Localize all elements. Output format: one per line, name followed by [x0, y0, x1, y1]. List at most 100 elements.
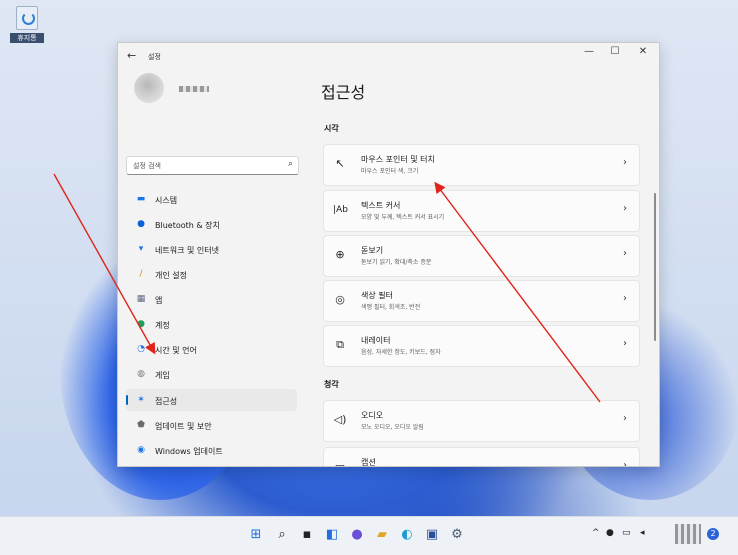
- wifi-icon: ▾: [138, 244, 144, 254]
- card-magnifier[interactable]: ⊕ 돋보기 돋보기 읽기, 확대/축소 증분 ›: [323, 235, 640, 277]
- sidebar-item-label: 게임: [155, 371, 170, 380]
- brush-icon: /: [139, 269, 143, 279]
- search-icon[interactable]: ⌕: [288, 159, 293, 169]
- notification-badge[interactable]: 2: [707, 528, 719, 540]
- card-subtitle: 색맹 필터, 회색조, 반전: [361, 304, 421, 311]
- sidebar-item-label: 시간 및 언어: [155, 346, 197, 355]
- apps-icon: ▦: [136, 294, 146, 304]
- section-heading-hearing: 청각: [324, 380, 339, 389]
- sidebar: 설정 검색 ⌕ ▬ 시스템 ● Bluetooth & 장치 ▾ 네트워크 및 …: [118, 67, 302, 466]
- monitor-icon: ▬: [136, 194, 146, 204]
- sidebar-item-label: 앱: [155, 296, 163, 305]
- search-placeholder: 설정 검색: [133, 162, 161, 170]
- minimize-button[interactable]: —: [578, 46, 600, 57]
- chevron-right-icon: ›: [623, 460, 627, 466]
- network-icon[interactable]: ▭: [622, 528, 631, 538]
- card-audio[interactable]: ◁) 오디오 모노 오디오, 오디오 알림 ›: [323, 400, 640, 442]
- scrollbar[interactable]: [654, 193, 656, 341]
- task-view-icon[interactable]: ▪: [299, 527, 315, 543]
- card-text-cursor[interactable]: |Ab 텍스트 커서 모양 및 두께, 텍스트 커서 표시기 ›: [323, 190, 640, 232]
- globe-clock-icon: ◔: [137, 344, 145, 354]
- pointer-icon: ↖: [335, 157, 345, 170]
- magnifier-icon: ⊕: [335, 248, 345, 261]
- card-mouse-pointer[interactable]: ↖ 마우스 포인터 및 터치 마우스 포인터 색, 크기 ›: [323, 144, 640, 186]
- search-icon[interactable]: ⌕: [274, 527, 290, 543]
- recycle-bin-icon: [16, 6, 38, 30]
- window-title: 설정: [148, 53, 161, 61]
- chat-icon[interactable]: ●: [349, 527, 365, 543]
- sidebar-item-windows-update[interactable]: ◉ Windows 업데이트: [126, 439, 297, 461]
- accessibility-icon: ✶: [137, 395, 145, 405]
- account-icon: ●: [137, 319, 145, 329]
- chevron-right-icon: ›: [623, 248, 627, 259]
- store-icon[interactable]: ▣: [424, 527, 440, 543]
- update-icon: ◉: [137, 445, 145, 455]
- start-icon[interactable]: ⊞: [248, 527, 264, 543]
- card-title: 텍스트 커서: [361, 201, 401, 210]
- sidebar-item-label: Bluetooth & 장치: [155, 221, 220, 230]
- sidebar-item-label: Windows 업데이트: [155, 447, 223, 456]
- settings-search-input[interactable]: 설정 검색 ⌕: [126, 156, 299, 175]
- captions-icon: ▭: [333, 460, 347, 466]
- sidebar-item-apps[interactable]: ▦ 앱: [126, 288, 297, 310]
- chevron-right-icon: ›: [623, 338, 627, 349]
- sidebar-item-time-language[interactable]: ◔ 시간 및 언어: [126, 338, 297, 360]
- sidebar-item-bluetooth[interactable]: ● Bluetooth & 장치: [126, 213, 297, 235]
- card-color-filters[interactable]: ◎ 색상 필터 색맹 필터, 회색조, 반전 ›: [323, 280, 640, 322]
- card-subtitle: 모양 및 두께, 텍스트 커서 표시기: [361, 214, 445, 221]
- sidebar-item-label: 개인 설정: [155, 271, 187, 280]
- sidebar-item-personalization[interactable]: / 개인 설정: [126, 263, 297, 285]
- close-button[interactable]: ✕: [632, 46, 654, 57]
- section-heading-vision: 시각: [324, 124, 339, 133]
- sidebar-item-label: 계정: [155, 321, 170, 330]
- volume-icon[interactable]: ◂: [640, 528, 645, 538]
- bluetooth-icon: ●: [137, 219, 145, 229]
- card-subtitle: 마우스 포인터 색, 크기: [361, 168, 419, 175]
- card-title: 내레이터: [361, 336, 391, 345]
- card-captions[interactable]: ▭ 캡션 ›: [323, 447, 640, 466]
- card-title: 색상 필터: [361, 291, 393, 300]
- selection-indicator: [126, 395, 128, 405]
- card-subtitle: 돋보기 읽기, 확대/축소 증분: [361, 259, 432, 266]
- sidebar-item-label: 네트워크 및 인터넷: [155, 246, 219, 255]
- gamepad-icon: ◍: [137, 369, 145, 379]
- card-title: 마우스 포인터 및 터치: [361, 155, 435, 164]
- text-cursor-icon: |Ab: [333, 205, 348, 215]
- edge-icon[interactable]: ◐: [399, 527, 415, 543]
- palette-icon: ◎: [335, 293, 345, 306]
- sidebar-item-network[interactable]: ▾ 네트워크 및 인터넷: [126, 238, 297, 260]
- user-avatar[interactable]: [134, 73, 164, 103]
- sidebar-item-label: 업데이트 및 보안: [155, 422, 212, 431]
- card-title: 캡션: [361, 458, 376, 466]
- page-title: 접근성: [321, 83, 366, 102]
- recycle-bin-shortcut[interactable]: 휴지통: [10, 6, 44, 43]
- meet-now-icon[interactable]: ●: [606, 528, 614, 538]
- title-bar: ← 설정 — ☐ ✕: [118, 43, 659, 67]
- card-subtitle: 모노 오디오, 오디오 알림: [361, 424, 424, 431]
- sidebar-item-label: 시스템: [155, 196, 178, 205]
- taskbar: ⊞ ⌕ ▪ ◧ ● ▰ ◐ ▣ ⚙ ^ ● ▭ ◂ 2: [0, 516, 738, 555]
- file-explorer-icon[interactable]: ▰: [374, 527, 390, 543]
- card-title: 돋보기: [361, 246, 384, 255]
- chevron-right-icon: ›: [623, 293, 627, 304]
- recycle-bin-label: 휴지통: [10, 33, 44, 43]
- sidebar-item-gaming[interactable]: ◍ 게임: [126, 363, 297, 385]
- maximize-button[interactable]: ☐: [604, 46, 626, 57]
- settings-icon[interactable]: ⚙: [449, 527, 465, 543]
- clock-blurred[interactable]: [675, 524, 701, 544]
- sidebar-item-label: 접근성: [155, 397, 178, 406]
- card-subtitle: 음성, 자세한 정도, 키보드, 점자: [361, 349, 441, 356]
- user-name-blurred: [179, 86, 209, 92]
- card-narrator[interactable]: ⧉ 내레이터 음성, 자세한 정도, 키보드, 점자 ›: [323, 325, 640, 367]
- shield-icon: ⬟: [137, 420, 145, 430]
- speaker-icon: ◁): [333, 413, 347, 426]
- chevron-right-icon: ›: [623, 157, 627, 168]
- sidebar-item-accounts[interactable]: ● 계정: [126, 313, 297, 335]
- chevron-up-icon[interactable]: ^: [592, 528, 600, 538]
- widgets-icon[interactable]: ◧: [324, 527, 340, 543]
- sidebar-item-accessibility[interactable]: ✶ 접근성: [126, 389, 297, 411]
- back-arrow-icon[interactable]: ←: [127, 49, 136, 62]
- main-content: 접근성 시각 ↖ 마우스 포인터 및 터치 마우스 포인터 색, 크기 › |A…: [302, 67, 659, 466]
- sidebar-item-update-security[interactable]: ⬟ 업데이트 및 보안: [126, 414, 297, 436]
- sidebar-item-system[interactable]: ▬ 시스템: [126, 188, 297, 210]
